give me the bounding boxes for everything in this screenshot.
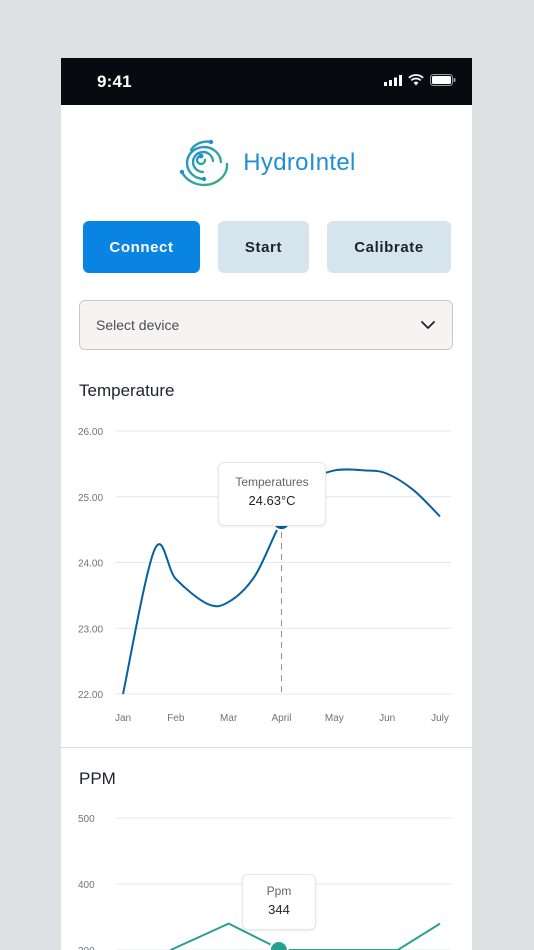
y-tick-label: 24.00 <box>78 559 103 570</box>
ppm-tooltip-value: 344 <box>268 902 290 917</box>
ppm-highlight-point <box>268 940 289 950</box>
start-button[interactable]: Start <box>218 221 309 273</box>
x-tick-label: Jun <box>379 713 395 724</box>
device-select-placeholder: Select device <box>96 317 180 333</box>
brand-header: HydroIntel <box>61 138 472 188</box>
connect-button[interactable]: Connect <box>83 221 200 273</box>
x-tick-label: Jan <box>115 713 131 724</box>
x-tick-label: Mar <box>220 713 238 724</box>
phone-screen: 9:41 HydroIntel Connect Start Calibrate … <box>61 58 472 950</box>
ppm-title: PPM <box>79 769 116 788</box>
hydrointel-logo-icon <box>180 139 229 187</box>
y-tick-label: 400 <box>78 880 95 891</box>
temperature-tooltip-value: 24.63°C <box>248 493 296 508</box>
status-bar: 9:41 <box>61 58 472 105</box>
status-icons <box>384 74 456 86</box>
y-tick-label: 26.00 <box>78 427 103 438</box>
temperature-tooltip-label: Temperatures <box>235 475 309 489</box>
wifi-icon <box>408 74 424 86</box>
x-tick-label: April <box>271 713 291 724</box>
y-tick-label: 300 <box>78 946 95 950</box>
ppm-tooltip-label: Ppm <box>266 884 292 898</box>
brand-name: HydroIntel <box>243 149 356 176</box>
chevron-down-icon <box>421 321 435 329</box>
y-tick-label: 25.00 <box>78 493 103 504</box>
ppm-tooltip: Ppm 344 <box>242 874 316 930</box>
device-select[interactable]: Select device <box>79 300 453 350</box>
y-tick-label: 23.00 <box>78 624 103 635</box>
cellular-signal-icon <box>384 74 402 86</box>
x-tick-label: July <box>431 713 449 724</box>
x-tick-label: May <box>325 713 344 724</box>
temperature-tooltip: Temperatures 24.63°C <box>218 462 326 526</box>
temperature-title: Temperature <box>79 381 175 400</box>
x-tick-label: Feb <box>167 713 185 724</box>
calibrate-button[interactable]: Calibrate <box>327 221 451 273</box>
battery-icon <box>430 74 456 86</box>
y-tick-label: 22.00 <box>78 690 103 701</box>
y-tick-label: 500 <box>78 814 95 825</box>
section-divider <box>61 747 472 748</box>
status-time: 9:41 <box>97 72 132 91</box>
